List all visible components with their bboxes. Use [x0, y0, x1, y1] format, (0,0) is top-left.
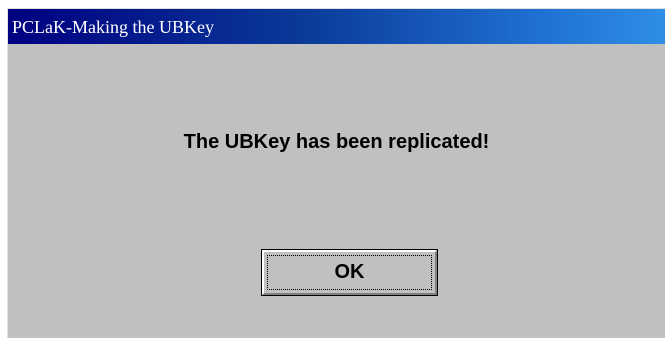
title-bar[interactable]: PCLaK-Making the UBKey [8, 9, 665, 44]
window-title: PCLaK-Making the UBKey [12, 17, 214, 37]
dialog-message: The UBKey has been replicated! [183, 131, 490, 153]
dialog-window: PCLaK-Making the UBKey The UBKey has bee… [7, 8, 665, 338]
ok-button[interactable]: OK [261, 249, 438, 296]
ok-button-label: OK [334, 261, 365, 283]
